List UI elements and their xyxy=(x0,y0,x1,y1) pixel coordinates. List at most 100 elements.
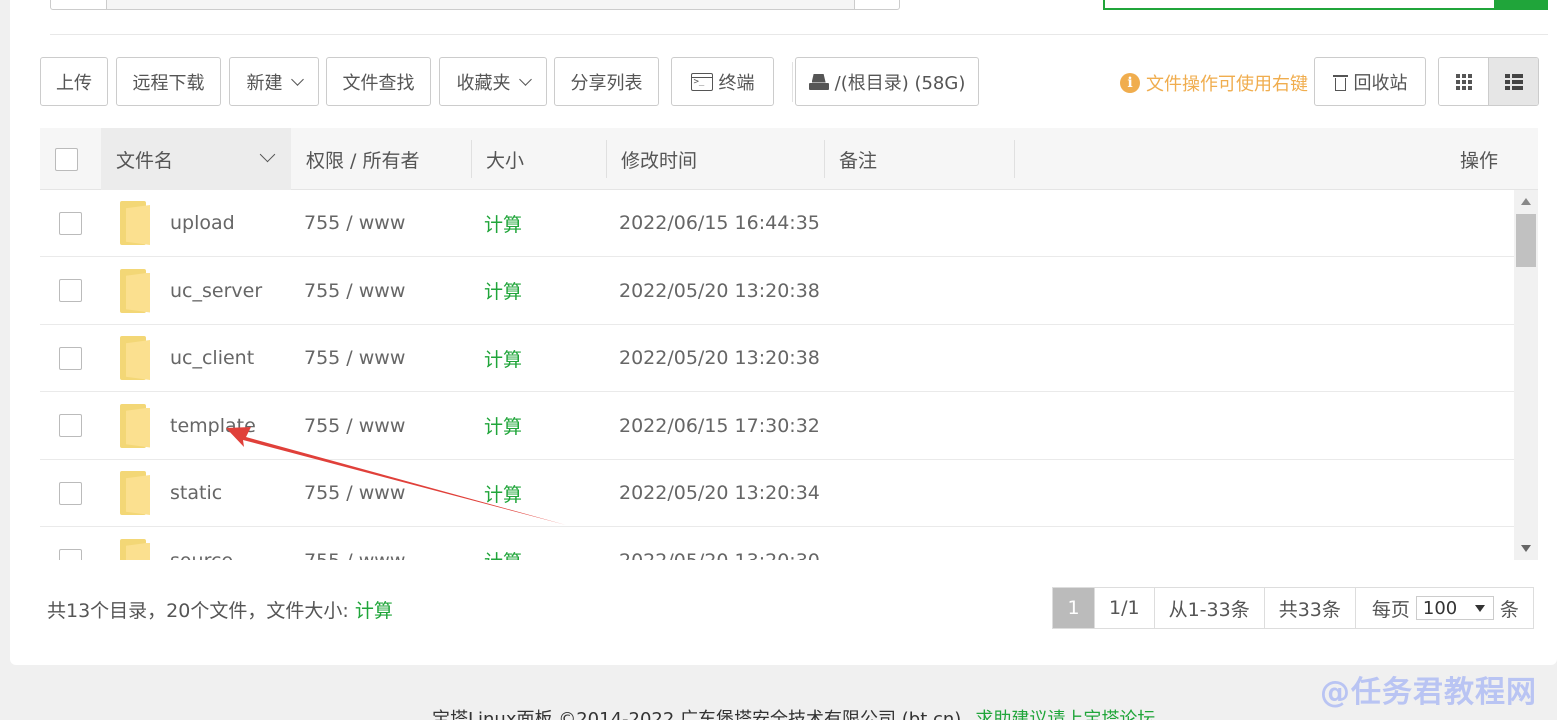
per-page-select[interactable]: 100 xyxy=(1415,596,1494,620)
sort-chevron-down-icon[interactable] xyxy=(259,146,276,163)
scroll-up-icon[interactable] xyxy=(1521,198,1531,205)
remote-download-button[interactable]: 远程下载 xyxy=(116,57,221,106)
calc-size-link[interactable]: 计算 xyxy=(484,528,522,560)
search-box[interactable] xyxy=(1103,0,1548,10)
share-list-button[interactable]: 分享列表 xyxy=(554,57,659,106)
row-checkbox[interactable] xyxy=(59,414,82,437)
header-permission: 权限 / 所有者 xyxy=(306,149,420,172)
folder-icon xyxy=(120,538,150,560)
table-row[interactable]: uc_server 755 / www 计算 2022/05/20 13:20:38 xyxy=(40,258,1514,325)
row-checkbox[interactable] xyxy=(59,481,82,505)
terminal-icon xyxy=(690,72,713,91)
row-checkbox-cell xyxy=(59,393,82,459)
table-row[interactable]: static 755 / www 计算 2022/05/20 13:20:34 xyxy=(40,460,1514,527)
file-name[interactable]: template xyxy=(170,393,256,459)
file-name[interactable]: uc_client xyxy=(170,325,254,391)
select-all-checkbox[interactable] xyxy=(55,147,78,171)
table-row[interactable]: upload 755 / www 计算 2022/06/15 16:44:35 xyxy=(40,190,1514,257)
record-total: 共33条 xyxy=(1265,588,1356,628)
file-name[interactable]: uc_server xyxy=(170,258,262,324)
file-name[interactable]: static xyxy=(170,460,222,526)
path-input[interactable] xyxy=(107,0,855,9)
file-permission[interactable]: 755 / www xyxy=(304,393,405,459)
folder-icon xyxy=(120,268,150,313)
list-view-button[interactable] xyxy=(1488,58,1538,105)
header-action: 操作 xyxy=(1460,149,1499,172)
table-row[interactable]: template 755 / www 计算 2022/06/15 17:30:32 xyxy=(40,393,1514,460)
vertical-scrollbar[interactable] xyxy=(1514,190,1538,560)
file-permission[interactable]: 755 / www xyxy=(304,528,405,561)
list-icon xyxy=(1504,73,1523,90)
file-search-button[interactable]: 文件查找 xyxy=(326,57,431,106)
folder-icon xyxy=(120,201,150,245)
table-row[interactable]: source 755 / www 计算 2022/05/20 13:20:30 xyxy=(40,528,1514,561)
folder-cell xyxy=(120,190,150,256)
info-icon: i xyxy=(1120,73,1140,93)
scrollbar-thumb[interactable] xyxy=(1516,214,1536,267)
path-back-button[interactable] xyxy=(51,0,107,9)
context-menu-tip: i 文件操作可使用右键 xyxy=(1120,70,1308,96)
calc-size-link[interactable]: 计算 xyxy=(484,393,522,459)
calc-size-link[interactable]: 计算 xyxy=(355,600,393,622)
header-file-name[interactable]: 文件名 xyxy=(101,128,291,190)
file-permission[interactable]: 755 / www xyxy=(304,460,405,526)
file-name[interactable]: upload xyxy=(170,190,235,256)
row-checkbox[interactable] xyxy=(59,279,82,302)
folder-icon xyxy=(120,403,150,448)
row-checkbox-cell xyxy=(59,528,82,560)
calc-size-link[interactable]: 计算 xyxy=(484,460,522,526)
file-mtime: 2022/05/20 13:20:38 xyxy=(619,279,820,302)
table-row[interactable]: uc_client 755 / www 计算 2022/05/20 13:20:38 xyxy=(40,325,1514,392)
row-checkbox-cell xyxy=(59,258,82,324)
file-permission[interactable]: 755 / www xyxy=(304,190,405,256)
watermark: @任务君教程网 xyxy=(1320,675,1537,710)
folder-icon xyxy=(120,471,150,515)
copyright: 宝塔Linux面板 ©2014-2022 广东堡塔安全技术有限公司 (bt.cn… xyxy=(432,705,1155,720)
calc-size-link[interactable]: 计算 xyxy=(484,190,522,256)
page-current[interactable]: 1 xyxy=(1053,588,1095,628)
file-list: source755 / www计算2022/05/20 13:20:30stat… xyxy=(40,190,1538,560)
terminal-button[interactable]: 终端 xyxy=(671,57,774,106)
forum-link[interactable]: 求助建议请上宝塔论坛 xyxy=(975,709,1155,720)
row-checkbox[interactable] xyxy=(59,549,82,560)
row-checkbox-cell xyxy=(59,190,82,256)
path-bar[interactable] xyxy=(50,0,900,10)
chevron-down-icon xyxy=(518,72,532,86)
hard-drive-icon xyxy=(808,74,829,90)
grid-view-button[interactable] xyxy=(1439,58,1488,105)
folder-cell xyxy=(120,325,150,391)
toolbar-divider xyxy=(792,62,793,102)
file-manager-card: 上传 远程下载 新建 文件查找 收藏夹 分享列表 终端 /(根目录) (58G)… xyxy=(10,0,1557,665)
calc-size-link[interactable]: 计算 xyxy=(484,325,522,391)
table-header: 文件名 权限 / 所有者 大小 修改时间 备注 操作 xyxy=(40,128,1538,190)
new-dropdown-button[interactable]: 新建 xyxy=(229,57,319,106)
divider xyxy=(50,34,1548,35)
row-checkbox-cell xyxy=(59,325,82,391)
recycle-bin-button[interactable]: 回收站 xyxy=(1314,57,1426,106)
file-mtime: 2022/06/15 17:30:32 xyxy=(619,414,820,437)
file-permission[interactable]: 755 / www xyxy=(304,258,405,324)
row-checkbox-cell xyxy=(59,460,82,526)
root-directory-button[interactable]: /(根目录) (58G) xyxy=(795,57,979,106)
file-name[interactable]: source xyxy=(170,528,233,561)
favorites-dropdown-button[interactable]: 收藏夹 xyxy=(439,57,547,106)
header-mtime: 修改时间 xyxy=(621,149,698,172)
file-mtime: 2022/05/20 13:20:38 xyxy=(619,347,820,369)
scroll-down-icon[interactable] xyxy=(1521,545,1531,552)
chevron-down-icon xyxy=(290,72,304,86)
file-permission[interactable]: 755 / www xyxy=(304,325,405,391)
search-button[interactable] xyxy=(1494,0,1548,8)
folder-cell xyxy=(120,460,150,526)
folder-icon xyxy=(120,336,150,380)
view-toggle xyxy=(1438,57,1539,106)
upload-button[interactable]: 上传 xyxy=(40,57,108,106)
per-page: 每页 100 条 xyxy=(1371,596,1519,621)
directory-summary: 共13个目录，20个文件，文件大小: 计算 xyxy=(47,600,393,622)
page-total: 1/1 xyxy=(1095,588,1155,628)
trash-icon xyxy=(1332,73,1348,91)
row-checkbox[interactable] xyxy=(59,211,82,235)
header-size: 大小 xyxy=(486,149,525,172)
grid-icon xyxy=(1455,73,1472,90)
calc-size-link[interactable]: 计算 xyxy=(484,258,522,324)
row-checkbox[interactable] xyxy=(59,346,82,370)
